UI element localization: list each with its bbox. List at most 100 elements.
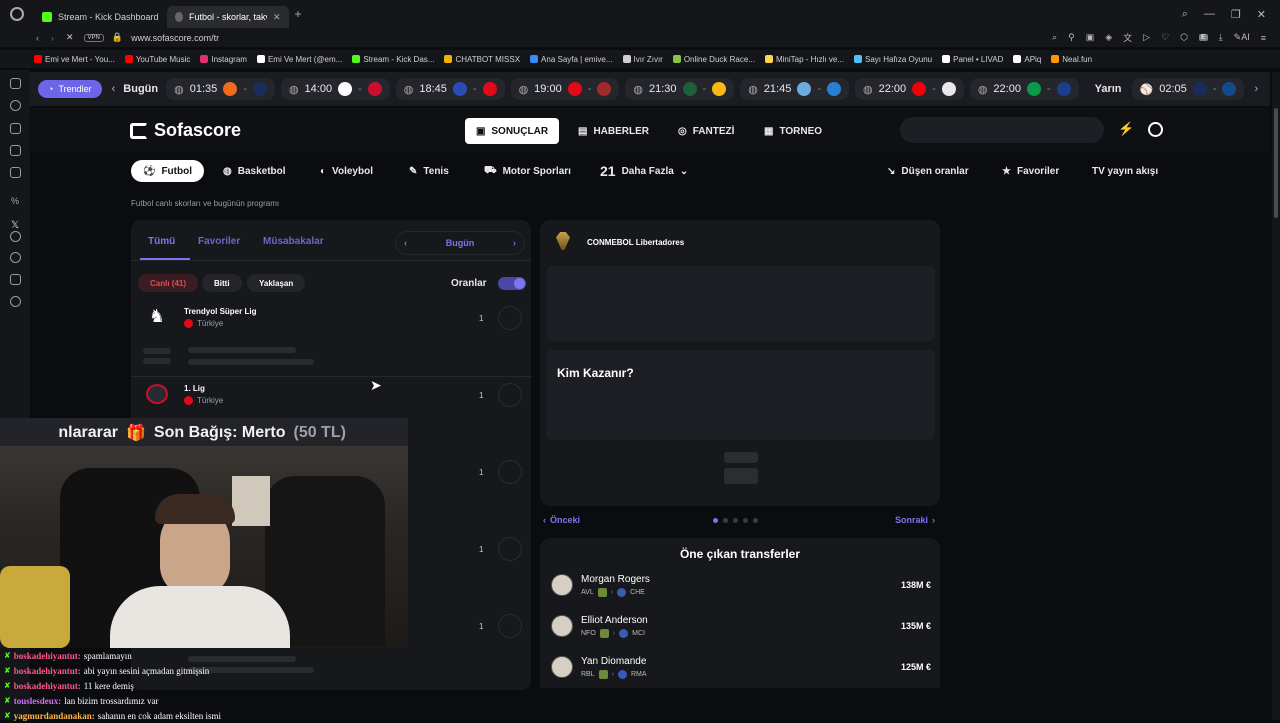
pin-icon[interactable]: ⚲: [1068, 32, 1075, 43]
browser-tab-kick[interactable]: Stream - Kick Dashboard: [34, 6, 167, 28]
extensions-icon[interactable]: ⬡: [1180, 32, 1188, 43]
shield-icon[interactable]: ◈: [1105, 32, 1112, 43]
bookmark-item[interactable]: CHATBOT MISSX: [444, 55, 520, 64]
new-tab-button[interactable]: +: [295, 7, 302, 21]
chat-username[interactable]: touslesdeux:: [14, 696, 62, 706]
scrollbar[interactable]: [1272, 72, 1280, 720]
filter-live[interactable]: Canlı (41): [138, 274, 199, 292]
odds-circle[interactable]: [498, 614, 522, 638]
dot[interactable]: [743, 518, 748, 523]
tv-schedule-link[interactable]: TV yayın akışı: [1080, 160, 1170, 182]
bookmark-item[interactable]: Ivır Zıvır: [622, 55, 663, 64]
match-pill[interactable]: ◍ 19:00-: [510, 78, 620, 100]
sport-football[interactable]: ⚽ Futbol: [131, 160, 204, 182]
download-icon[interactable]: ⤓: [1219, 32, 1223, 43]
match-pill[interactable]: ◍ 21:30-: [625, 78, 735, 100]
strip-prev-icon[interactable]: ‹: [112, 83, 116, 95]
dot[interactable]: [733, 518, 738, 523]
match-pill[interactable]: ◍ 14:00-: [280, 78, 390, 100]
bookmark-item[interactable]: Ana Sayfa | emive...: [530, 55, 613, 64]
menu-icon[interactable]: ≡: [1261, 33, 1266, 43]
bookmark-item[interactable]: Neal.fun: [1051, 55, 1092, 64]
sidebar-wallet-icon[interactable]: [10, 123, 21, 134]
chat-username[interactable]: boskadehiyantut:: [14, 651, 81, 661]
sidebar-percent-icon[interactable]: %: [11, 196, 19, 206]
play-icon[interactable]: ▷: [1143, 32, 1150, 43]
bookmark-item[interactable]: Emi Ve Mert (@em...: [256, 55, 342, 64]
sidebar-easy-files-icon[interactable]: [10, 145, 21, 156]
chat-username[interactable]: yagmurdandanakan:: [14, 711, 95, 721]
odds-circle[interactable]: [498, 306, 522, 330]
translate-icon[interactable]: 文: [1123, 31, 1132, 44]
minimize-icon[interactable]: —: [1204, 8, 1215, 21]
trends-button[interactable]: ◔ Trendler: [38, 80, 102, 98]
bookmark-item[interactable]: APiq: [1013, 55, 1041, 64]
sidebar-box-icon[interactable]: [10, 274, 21, 285]
next-button[interactable]: Sonraki ›: [895, 515, 935, 525]
prev-button[interactable]: ‹ Önceki: [543, 515, 580, 525]
transfer-row[interactable]: Yan Diomande RBL › RMA 125M €: [551, 648, 931, 686]
transfer-row[interactable]: Morgan Rogers AVL › CHE 138M €: [551, 566, 931, 604]
dropping-odds-link[interactable]: ↘ Düşen oranlar: [875, 160, 981, 182]
odds-toggle[interactable]: [498, 277, 526, 290]
date-next-icon[interactable]: ›: [513, 238, 516, 248]
bookmark-item[interactable]: Sayı Hafıza Oyunu: [853, 55, 932, 64]
aria-ai-button[interactable]: ✎AI: [1234, 32, 1250, 43]
favorites-link[interactable]: ★ Favoriler: [990, 160, 1071, 182]
odds-circle[interactable]: [498, 383, 522, 407]
dot-active[interactable]: [713, 518, 718, 523]
strip-next-icon[interactable]: ›: [1254, 83, 1258, 95]
sidebar-home-icon[interactable]: [10, 78, 21, 89]
date-picker[interactable]: ‹ Bugün ›: [395, 231, 525, 255]
chat-username[interactable]: boskadehiyantut:: [14, 666, 81, 676]
league-name[interactable]: Trendyol Süper Lig: [184, 307, 256, 316]
lightning-icon[interactable]: ⚡: [1118, 121, 1134, 137]
browser-tab-sofascore[interactable]: Futbol - skorlar, takvim & c ✕: [166, 6, 289, 28]
back-icon[interactable]: ‹: [36, 33, 39, 43]
user-icon[interactable]: [1148, 122, 1163, 137]
more-sports-dropdown[interactable]: 21 Daha Fazla ⌄: [588, 160, 700, 182]
sidebar-messenger-icon[interactable]: [10, 167, 21, 178]
dot[interactable]: [723, 518, 728, 523]
forward-icon[interactable]: ›: [51, 33, 54, 43]
nav-news[interactable]: ▤ HABERLER: [568, 118, 659, 144]
screenshot-icon[interactable]: ▣: [1086, 32, 1095, 43]
sidebar-history-icon[interactable]: [10, 100, 21, 111]
sport-volleyball[interactable]: ◐ Voleybol: [308, 160, 385, 182]
sidebar-settings-icon[interactable]: [10, 296, 21, 307]
close-window-icon[interactable]: ✕: [1257, 8, 1266, 21]
match-pill[interactable]: ⚾ 02:05 -: [1131, 78, 1245, 100]
chat-username[interactable]: boskadehiyantut:: [14, 681, 81, 691]
maximize-icon[interactable]: ❐: [1231, 8, 1241, 21]
match-pill[interactable]: ◍ 22:00-: [855, 78, 964, 100]
profile-icon[interactable]: E: [1199, 34, 1208, 41]
search-input[interactable]: [900, 117, 1104, 143]
vpn-badge[interactable]: VPN: [83, 33, 104, 42]
bookmark-item[interactable]: Online Duck Race...: [672, 55, 755, 64]
nav-torneo[interactable]: ▦ TORNEO: [754, 118, 832, 144]
league-name[interactable]: 1. Lig: [184, 384, 205, 393]
url-field[interactable]: www.sofascore.com/tr: [131, 33, 219, 43]
match-pill[interactable]: ◍ 21:45-: [740, 78, 849, 100]
close-tab-icon[interactable]: ✕: [273, 12, 281, 23]
tab-all[interactable]: Tümü: [148, 236, 175, 247]
sofascore-logo[interactable]: Sofascore: [130, 120, 241, 141]
date-prev-icon[interactable]: ‹: [404, 238, 407, 248]
tab-competitions[interactable]: Müsabakalar: [263, 236, 324, 247]
bookmark-item[interactable]: YouTube Music: [124, 55, 190, 64]
match-pill[interactable]: ◍ 01:35-: [166, 78, 275, 100]
match-pill[interactable]: ◍ 18:45-: [395, 78, 505, 100]
opera-logo-icon[interactable]: [10, 7, 24, 21]
stop-loading-icon[interactable]: ✕: [66, 32, 74, 43]
sidebar-x-icon[interactable]: 𝕏: [11, 220, 19, 231]
bookmark-item[interactable]: Instagram: [200, 55, 247, 64]
zoom-icon[interactable]: ⌕: [1052, 32, 1057, 43]
odds-circle[interactable]: [498, 537, 522, 561]
sport-motorsport[interactable]: ⛟ Motor Sporları: [472, 160, 583, 182]
transfer-row[interactable]: Elliot Anderson NFO › MCI 135M €: [551, 607, 931, 645]
tab-favorites[interactable]: Favoriler: [198, 236, 240, 247]
sidebar-music-icon[interactable]: [10, 231, 21, 242]
sport-basketball[interactable]: ◍ Basketbol: [211, 160, 298, 182]
nav-fantasy[interactable]: ◎ FANTEZİ: [668, 118, 744, 144]
search-tabs-icon[interactable]: ⌕: [1182, 8, 1188, 21]
